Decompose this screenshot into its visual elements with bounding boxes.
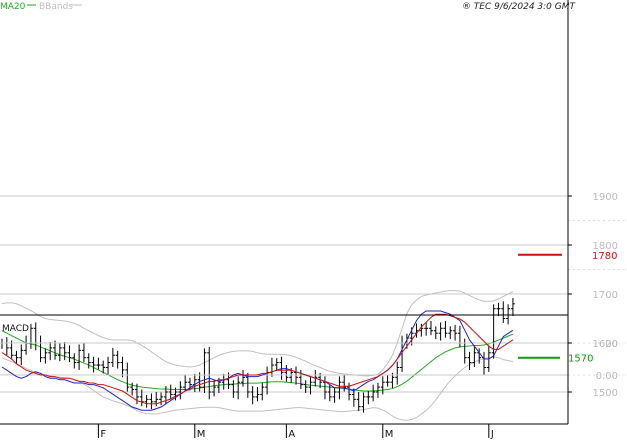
ohlc-bar [322, 376, 327, 400]
macd-title: MACD [2, 324, 29, 334]
ohlc-bar [212, 379, 217, 397]
price-chart: 17801570 MACD0.0020 15001600170018001900… [0, 0, 627, 440]
ohlc-bar [269, 357, 274, 377]
chart-frame [0, 0, 569, 425]
x-axis-label: J [490, 429, 494, 440]
ohlc-bar [356, 392, 361, 412]
price-y-tick-label: 1600 [593, 339, 618, 350]
ohlc-bar [371, 384, 376, 402]
ohlc-bar [14, 350, 19, 364]
ohlc-bar [284, 365, 289, 382]
x-axis-label: M [197, 429, 206, 440]
ohlc-bar [491, 304, 496, 359]
ohlc-bar [62, 342, 67, 361]
ohlc-bar [72, 353, 77, 369]
ohlc-bar [38, 335, 43, 363]
ohlc-bar [303, 380, 308, 393]
ohlc-bar [510, 297, 515, 317]
ohlc-bar [236, 376, 241, 400]
ohlc-bar [448, 326, 453, 340]
ohlc-bar [178, 381, 183, 400]
ohlc-bar [274, 358, 279, 371]
ohlc-bar [28, 323, 33, 349]
header: MA20 BBands ® TEC 9/6/2024 3:0 GMT [0, 2, 576, 12]
ohlc-bar [462, 338, 467, 364]
ohlc-bar [159, 392, 164, 406]
ohlc-bar [428, 320, 433, 336]
ohlc-bar [120, 356, 125, 378]
ohlc-bar [19, 344, 24, 366]
ohlc-bar [467, 351, 472, 370]
price-y-tick-label: 1800 [593, 241, 618, 252]
ohlc-bar [207, 346, 212, 400]
ohlc-bar [501, 301, 506, 323]
ohlc-bar [438, 322, 443, 341]
x-axis-label: M [385, 429, 394, 440]
ohlc-bar [110, 347, 115, 368]
ohlc-bar [149, 393, 154, 410]
price-y-tick-label: 1700 [593, 290, 618, 301]
ohlc-bar [125, 362, 130, 392]
ohlc-bar [81, 343, 86, 363]
ohlc-bar [67, 345, 72, 363]
ohlc-bar [4, 337, 9, 356]
ohlc-bar [395, 361, 400, 385]
chart-stage: 1780 1570 MACD 0.00 20 1500 1600 1700 1800 1900… [0, 0, 627, 440]
ohlc-bar [96, 357, 101, 370]
ma-legend-label: MA20 [0, 2, 26, 12]
ohlc-bar [482, 351, 486, 375]
ohlc-bar [255, 387, 260, 402]
ohlc-bar [221, 373, 226, 390]
price-y-tick-label: 1500 [593, 388, 618, 399]
ohlc-bar [443, 320, 448, 338]
ohlc-bar [506, 304, 511, 325]
ohlc-bar [0, 338, 4, 349]
ohlc-bar [294, 366, 299, 385]
ohlc-bar [265, 366, 270, 395]
ohlc-bar [433, 326, 438, 340]
ohlc-bar [231, 380, 236, 398]
ohlc-bar [453, 324, 458, 341]
ohlc-bar [24, 335, 29, 355]
ohlc-bar [144, 394, 149, 408]
x-axis-label: A [288, 429, 295, 440]
ohlc-bar [202, 348, 207, 393]
ohlc-bar [115, 350, 120, 369]
ohlc-bar [250, 386, 255, 405]
ohlc-bar [33, 322, 38, 351]
ohlc-bar [43, 348, 48, 364]
ohlc-bar [424, 322, 429, 336]
ohlc-bar [57, 343, 62, 362]
ohlc-bar [457, 325, 462, 348]
ohlc-bar [496, 302, 501, 317]
ohlc-bar [366, 391, 371, 405]
resistance-label: 1780 [592, 251, 617, 262]
copyright-text: ® TEC 9/6/2024 3:0 GMT [462, 2, 577, 12]
macd-y-tick-label: 0.00 [596, 371, 618, 382]
ohlc-bar [91, 356, 96, 373]
ohlc-bar [332, 387, 337, 403]
ohlc-bar [192, 373, 197, 392]
x-axis-label: F [100, 429, 106, 440]
ohlc-bar [77, 344, 82, 370]
bbands-legend-label: BBands [39, 2, 73, 12]
price-y-tick-label: 1900 [593, 192, 618, 203]
ohlc-bar [385, 374, 390, 387]
support-label: 1570 [568, 354, 593, 365]
ohlc-bar [106, 356, 111, 375]
